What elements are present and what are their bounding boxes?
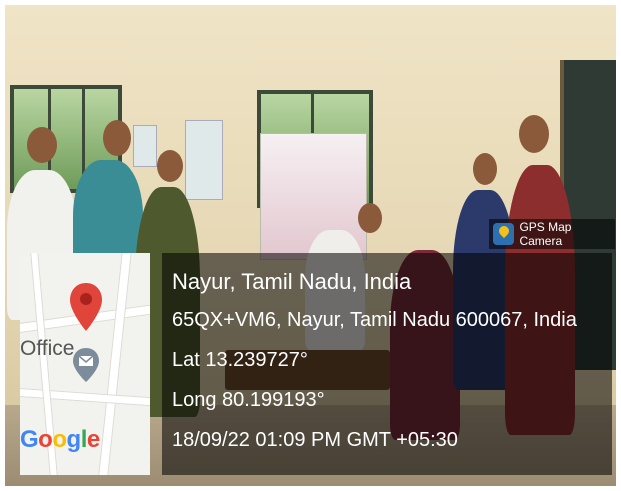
google-letter-6: e <box>86 426 100 453</box>
longitude: Long 80.199193° <box>172 389 325 411</box>
google-letter-4: g <box>66 426 82 453</box>
wall-chart-2 <box>133 125 157 167</box>
timestamp: 18/09/22 01:09 PM GMT +05:30 <box>172 429 458 451</box>
map-thumbnail: Office Google <box>20 253 150 475</box>
location-overlay: Nayur, Tamil Nadu, India 65QX+VM6, Nayur… <box>162 253 612 475</box>
place-name: Nayur, Tamil Nadu, India <box>172 269 412 294</box>
wall-chart <box>185 120 223 200</box>
google-logo: Google <box>20 426 100 454</box>
address: 65QX+VM6, Nayur, Tamil Nadu 600067, Indi… <box>172 309 577 331</box>
badge-label: GPS Map Camera <box>519 220 572 248</box>
google-letter-1: G <box>20 426 39 453</box>
map-place-label: Office <box>20 337 75 360</box>
google-letter-3: o <box>52 426 67 453</box>
mail-icon <box>73 348 99 382</box>
google-letter-2: o <box>38 426 53 453</box>
gps-map-camera-badge: GPS Map Camera <box>489 219 615 249</box>
location-pin-icon <box>70 283 102 331</box>
latitude: Lat 13.239727° <box>172 349 308 371</box>
gps-map-camera-icon <box>493 223 515 245</box>
